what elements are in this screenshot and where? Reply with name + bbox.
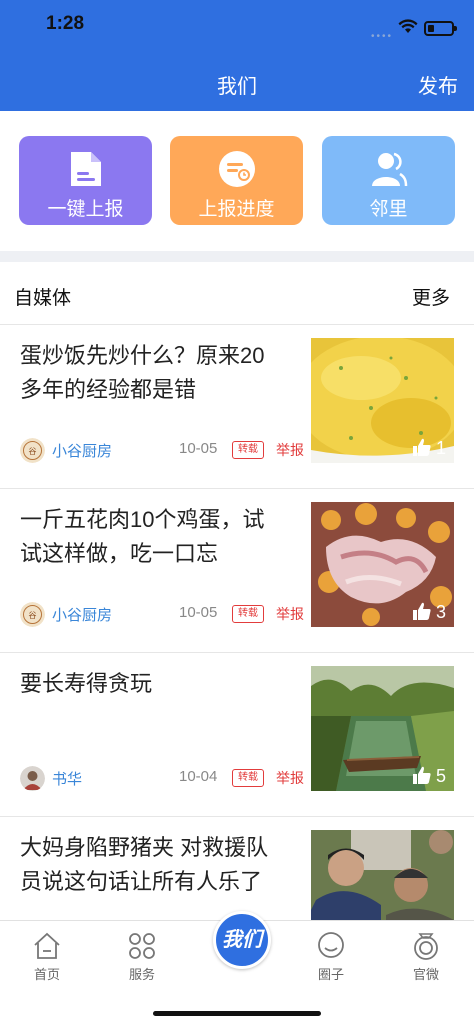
thumbs-up-icon: [412, 766, 431, 784]
avatar: 谷: [20, 602, 45, 627]
publish-button[interactable]: 发布: [418, 70, 458, 99]
article-date: 10-05: [179, 604, 218, 621]
canal-boat-photo[interactable]: 5: [311, 666, 454, 791]
pork-eggs-photo[interactable]: 3: [311, 502, 454, 627]
fried-rice-photo[interactable]: 1: [311, 338, 454, 463]
official-icon: [414, 933, 438, 960]
header-bar: 1:28 •••• 我们 发布: [0, 0, 474, 111]
article-author[interactable]: 小谷厨房: [52, 604, 112, 625]
likes-count: 5: [435, 766, 446, 786]
progress-icon: [219, 151, 255, 187]
svg-text:谷: 谷: [29, 611, 37, 620]
article-title[interactable]: 大妈身陷野猪夹 对救援队员说这句话让所有人乐了: [20, 831, 285, 899]
tab-we-label: 我们: [222, 929, 262, 951]
tab-home[interactable]: 首页: [17, 931, 77, 983]
article-date: 10-05: [179, 440, 218, 457]
repost-badge: 转载: [232, 769, 264, 787]
home-indicator: [153, 1011, 321, 1016]
tab-official-label: 官微: [412, 967, 439, 982]
article-title[interactable]: 蛋炒饭先炒什么？原来20多年的经验都是错: [20, 339, 285, 407]
svg-text:谷: 谷: [29, 447, 37, 456]
document-icon: [71, 152, 101, 186]
article-author[interactable]: 书华: [52, 768, 82, 789]
tab-home-label: 首页: [33, 967, 60, 982]
repost-badge: 转载: [232, 441, 264, 459]
report-progress-label: 上报进度: [198, 199, 275, 220]
likes-count: 1: [435, 438, 446, 458]
report-link[interactable]: 举报: [276, 604, 304, 624]
wifi-icon: [398, 19, 418, 33]
tab-circle[interactable]: 圈子: [301, 931, 361, 983]
article-author[interactable]: 小谷厨房: [52, 440, 112, 461]
report-link[interactable]: 举报: [276, 440, 304, 460]
quick-report-label: 一键上报: [47, 199, 124, 220]
page-title: 我们: [217, 76, 257, 98]
status-time: 1:28: [46, 13, 85, 34]
thumbs-up-icon: [412, 438, 431, 456]
article-item[interactable]: 一斤五花肉10个鸡蛋，试试这样做，吃一口忘 谷 小谷厨房 10-05 转载 举报…: [0, 489, 474, 653]
avatar: 谷: [20, 438, 45, 463]
avatar: [20, 766, 45, 791]
section-title: 自媒体: [14, 288, 72, 309]
services-icon: [129, 933, 155, 959]
article-item[interactable]: 蛋炒饭先炒什么？原来20多年的经验都是错 谷 小谷厨房 10-05 转载 举报 …: [0, 325, 474, 489]
quick-report-button[interactable]: 一键上报: [19, 136, 152, 225]
chat-icon: [318, 932, 344, 958]
article-item[interactable]: 要长寿得贪玩 书华 10-04 转载 举报 5: [0, 653, 474, 817]
likes-counter: 3: [412, 601, 446, 621]
section-header: 自媒体 更多: [0, 262, 474, 325]
section-divider: [0, 251, 474, 262]
likes-count: 3: [435, 602, 446, 622]
article-title[interactable]: 要长寿得贪玩: [20, 667, 285, 701]
tab-circle-label: 圈子: [317, 967, 344, 982]
people-icon: [372, 152, 408, 187]
repost-badge: 转载: [232, 605, 264, 623]
tab-we[interactable]: 我们: [213, 911, 271, 969]
article-date: 10-04: [179, 768, 218, 785]
article-title[interactable]: 一斤五花肉10个鸡蛋，试试这样做，吃一口忘: [20, 503, 285, 571]
report-progress-button[interactable]: 上报进度: [170, 136, 303, 225]
more-link[interactable]: 更多: [412, 283, 450, 310]
likes-counter: 1: [412, 437, 446, 457]
tab-services-label: 服务: [128, 967, 155, 982]
thumbs-up-icon: [412, 602, 431, 620]
signal-icon: ••••: [371, 31, 394, 42]
likes-counter: 5: [412, 765, 446, 785]
tab-services[interactable]: 服务: [112, 931, 172, 983]
battery-icon: [424, 21, 457, 36]
neighbors-label: 邻里: [369, 199, 408, 220]
tab-official[interactable]: 官微: [396, 931, 456, 983]
neighbors-button[interactable]: 邻里: [322, 136, 455, 225]
report-link[interactable]: 举报: [276, 768, 304, 788]
home-icon: [34, 932, 60, 959]
